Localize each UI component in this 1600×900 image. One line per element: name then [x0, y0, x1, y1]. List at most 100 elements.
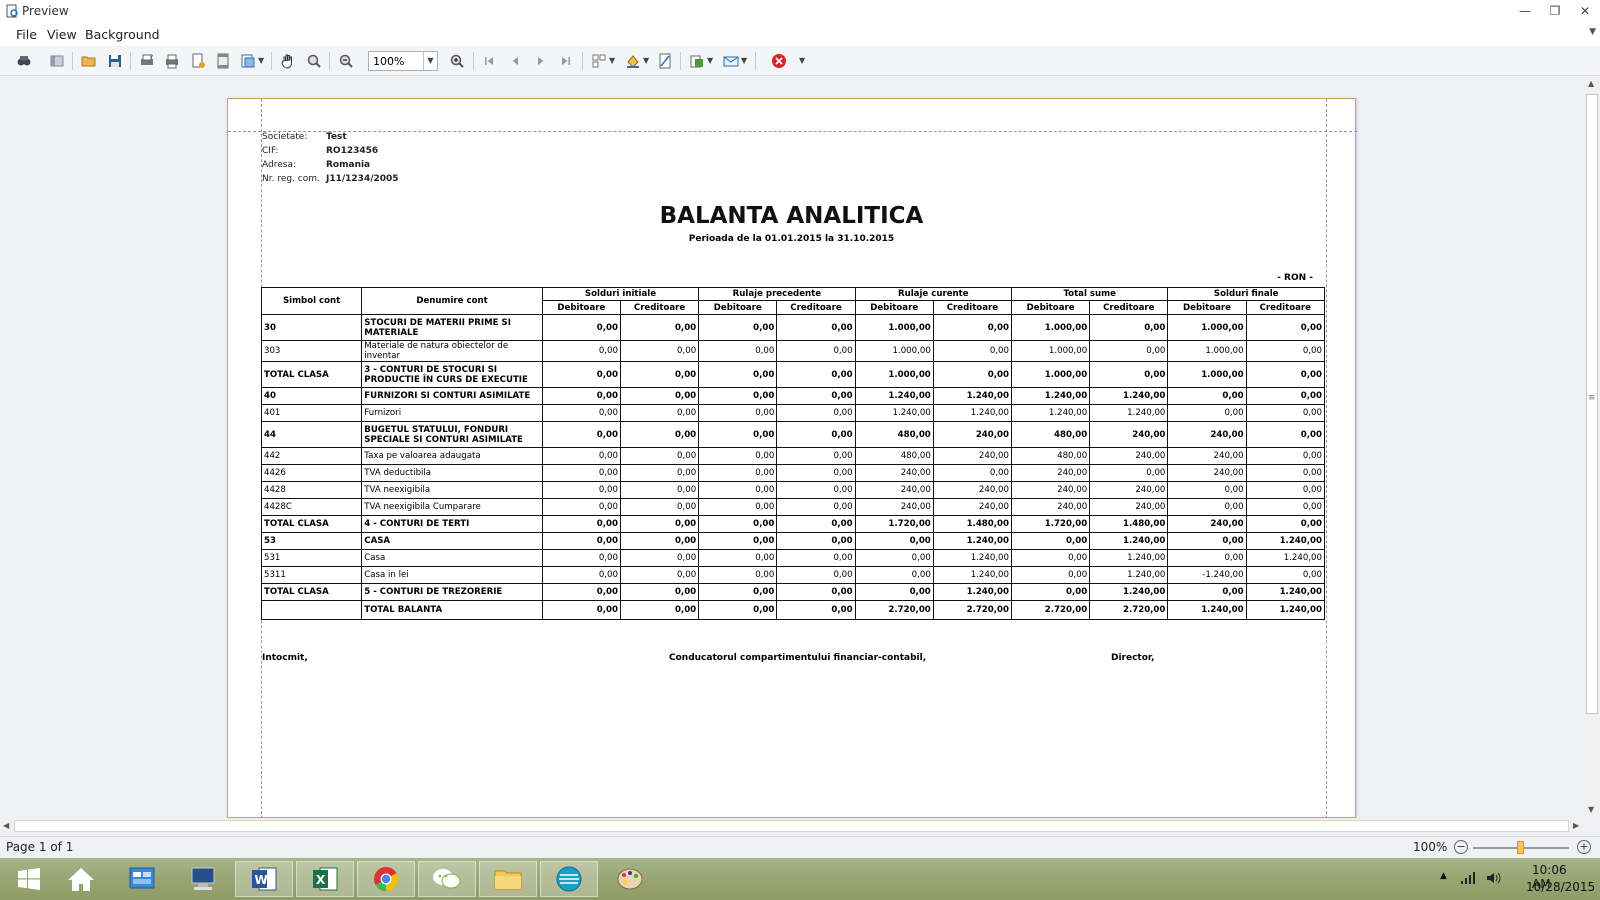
- amount-cell: 0,00: [619, 361, 700, 388]
- scroll-right-icon[interactable]: ▶: [1573, 821, 1579, 830]
- total-amount-cell: 2.720,00: [854, 600, 934, 620]
- scale-icon[interactable]: [240, 53, 256, 69]
- amount-cell: 1.000,00: [854, 340, 934, 362]
- table-row: TOTAL CLASA 4 - CONTURI DE TERTI 0,00 0,00 0…: [260, 515, 1326, 533]
- account-symbol-cell: 5311: [260, 566, 363, 584]
- chevron-down-icon[interactable]: ▼: [741, 56, 747, 65]
- print-setup-icon[interactable]: ?: [139, 53, 155, 69]
- zoom-slider-thumb[interactable]: [1517, 841, 1524, 854]
- last-page-icon[interactable]: [558, 53, 574, 69]
- zoom-out-icon[interactable]: [338, 53, 354, 69]
- menu-view[interactable]: View: [47, 27, 77, 42]
- control-panel-icon[interactable]: [113, 861, 171, 897]
- word-icon[interactable]: W: [235, 861, 293, 897]
- first-page-icon[interactable]: [481, 53, 497, 69]
- amount-cell: 0,00: [619, 404, 700, 422]
- header-footer-icon[interactable]: [215, 53, 231, 69]
- account-name-cell: STOCURI DE MATERII PRIME SI MATERIALE: [361, 314, 543, 341]
- file-explorer-icon[interactable]: [479, 861, 537, 897]
- hand-tool-icon[interactable]: [280, 53, 296, 69]
- find-icon[interactable]: [16, 53, 32, 69]
- horizontal-scrollbar[interactable]: ◀ ▶: [0, 818, 1584, 834]
- zoom-out-button[interactable]: −: [1454, 840, 1468, 854]
- amount-cell: 1.240,00: [1089, 566, 1169, 584]
- svg-text:?: ?: [150, 54, 153, 61]
- previous-page-icon[interactable]: [507, 53, 523, 69]
- clock-date[interactable]: 10/28/2015: [1526, 880, 1595, 894]
- window-title: Preview: [22, 4, 69, 18]
- save-icon[interactable]: [107, 53, 123, 69]
- menu-background[interactable]: Background: [85, 27, 160, 42]
- minimize-button[interactable]: —: [1510, 0, 1540, 22]
- close-preview-icon[interactable]: [771, 53, 787, 69]
- vertical-scrollbar[interactable]: ▲ ≡ ▼: [1584, 77, 1600, 818]
- amount-cell: 0,00: [776, 340, 856, 362]
- amount-cell: 0,00: [619, 532, 700, 550]
- table-row: 4428C TVA neexigibila Cumparare 0,00 0,00 0,…: [260, 498, 1326, 516]
- print-icon[interactable]: [164, 53, 180, 69]
- amount-cell: 0,00: [1245, 481, 1326, 499]
- horizontal-scroll-thumb[interactable]: [14, 820, 1569, 832]
- amount-cell: 480,00: [1010, 421, 1091, 448]
- show-hidden-icons-icon[interactable]: ▲: [1440, 871, 1447, 881]
- document-map-icon[interactable]: [49, 53, 65, 69]
- amount-cell: 0,00: [1010, 566, 1091, 584]
- amount-cell: 0,00: [776, 314, 856, 341]
- account-name-cell: FURNIZORI SI CONTURI ASIMILATE: [361, 387, 543, 405]
- zoom-select[interactable]: 100% ▼: [368, 51, 438, 71]
- vertical-scroll-thumb[interactable]: [1586, 94, 1598, 714]
- chevron-down-icon[interactable]: ▼: [1589, 27, 1596, 37]
- toolbar-separator: [329, 52, 330, 70]
- email-icon[interactable]: [723, 53, 739, 69]
- amount-cell: 0,00: [1089, 314, 1169, 341]
- group-header: Solduri initiale: [541, 287, 700, 301]
- restore-button[interactable]: ❐: [1540, 0, 1570, 22]
- scroll-left-icon[interactable]: ◀: [3, 821, 9, 830]
- computer-icon[interactable]: [174, 861, 232, 897]
- chevron-down-icon[interactable]: ▼: [643, 56, 649, 65]
- scroll-down-icon[interactable]: ▼: [1588, 805, 1594, 814]
- magnifier-icon[interactable]: [306, 53, 322, 69]
- windows-start-icon[interactable]: [0, 861, 58, 897]
- chevron-down-icon[interactable]: ▼: [799, 56, 805, 65]
- scroll-up-icon[interactable]: ▲: [1588, 79, 1594, 88]
- amount-cell: 0,00: [698, 387, 778, 405]
- watermark-icon[interactable]: [657, 53, 673, 69]
- export-icon[interactable]: [689, 53, 705, 69]
- chevron-down-icon[interactable]: ▼: [258, 56, 264, 65]
- next-page-icon[interactable]: [533, 53, 549, 69]
- chevron-down-icon[interactable]: ▼: [609, 56, 615, 65]
- home-icon[interactable]: [52, 861, 110, 897]
- reg-value: J11/1234/2005: [326, 174, 399, 184]
- table-row: TOTAL CLASA 3 - CONTURI DE STOCURI SI PRO…: [260, 361, 1326, 388]
- amount-cell: 0,00: [1245, 421, 1326, 448]
- amount-cell: 0,00: [541, 421, 621, 448]
- fill-color-icon[interactable]: [625, 53, 641, 69]
- zoom-in-button[interactable]: +: [1577, 840, 1591, 854]
- amount-cell: 480,00: [854, 421, 934, 448]
- paint-icon[interactable]: [601, 861, 659, 897]
- multiple-pages-icon[interactable]: [591, 53, 607, 69]
- chevron-down-icon[interactable]: ▼: [423, 52, 437, 70]
- open-folder-icon[interactable]: [81, 53, 97, 69]
- zoom-in-icon[interactable]: [449, 53, 465, 69]
- network-icon[interactable]: [1460, 871, 1476, 885]
- total-amount-cell: 2.720,00: [1010, 600, 1091, 620]
- col-credit-header: Creditoare: [776, 300, 856, 315]
- company-label: Societate:: [262, 132, 308, 142]
- close-button[interactable]: ✕: [1570, 0, 1600, 22]
- toolbar-separator: [473, 52, 474, 70]
- amount-cell: 0,00: [619, 421, 700, 448]
- chrome-icon[interactable]: [357, 861, 415, 897]
- page-setup-icon[interactable]: [190, 53, 206, 69]
- amount-cell: 240,00: [1010, 464, 1091, 482]
- svg-text:X: X: [316, 873, 326, 887]
- app-icon[interactable]: [540, 861, 598, 897]
- wechat-icon[interactable]: [418, 861, 476, 897]
- col-name-header: Denumire cont: [361, 287, 543, 315]
- excel-icon[interactable]: X: [296, 861, 354, 897]
- chevron-down-icon[interactable]: ▼: [707, 56, 713, 65]
- menu-file[interactable]: File: [16, 27, 37, 42]
- toolbar-separator: [72, 52, 73, 70]
- volume-icon[interactable]: [1486, 871, 1502, 885]
